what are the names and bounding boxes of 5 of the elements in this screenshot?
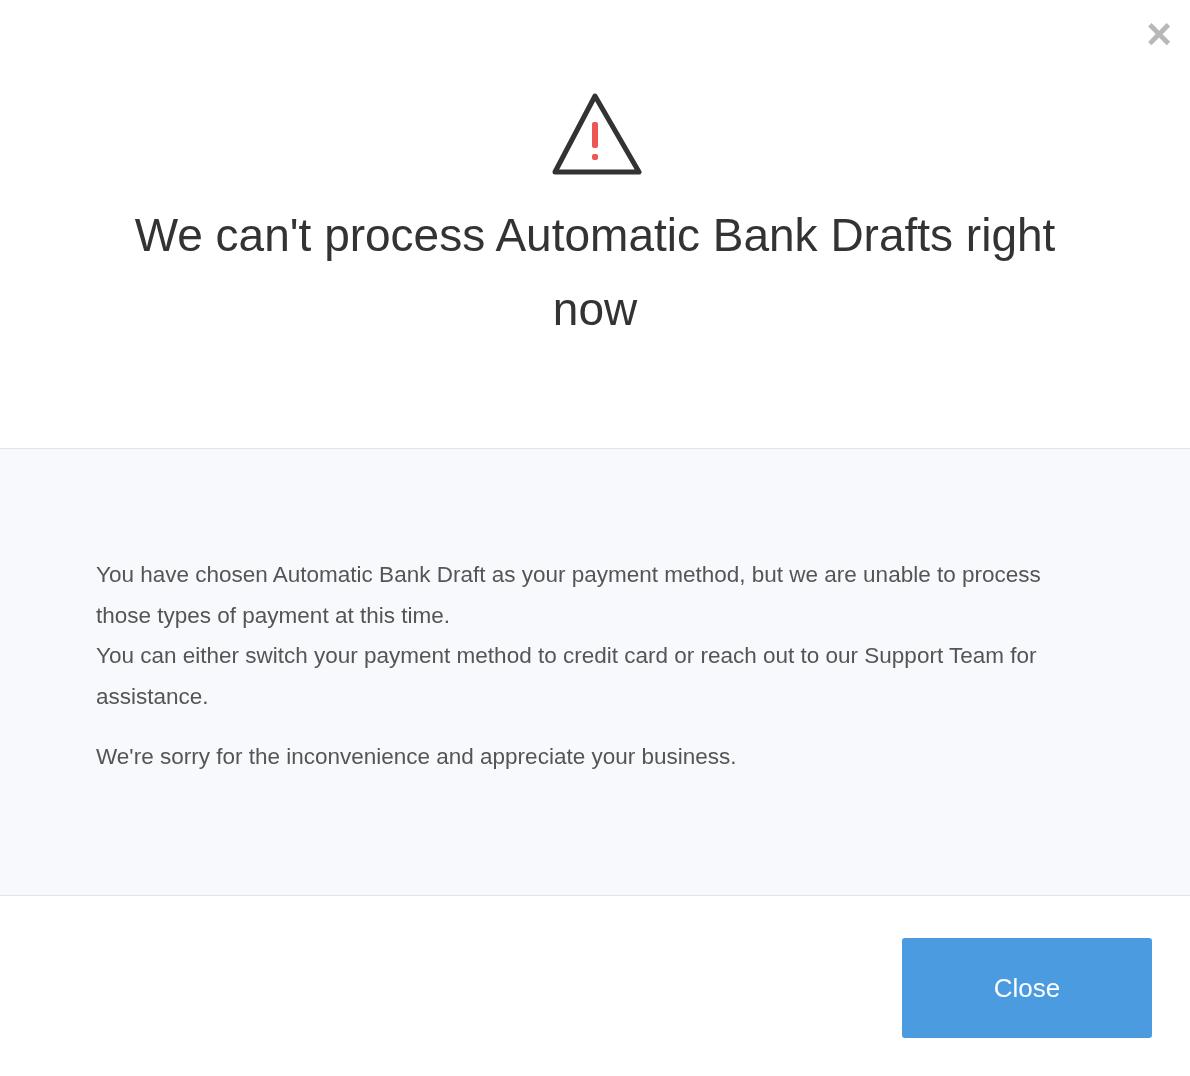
close-button[interactable]: Close [902, 938, 1152, 1038]
message-text: You have chosen Automatic Bank Draft as your payment method, but we are unable to process those types of payment at this time. [96, 561, 1042, 630]
message-text: We're sorry for the inconvenience and appreciate your business. [96, 743, 738, 771]
message-text: You can either switch your payment method to credit card or reach out to our Support Team for assistance. [96, 642, 1038, 711]
dialog-title: We can't process Automatic Bank Drafts right now [133, 208, 1057, 337]
